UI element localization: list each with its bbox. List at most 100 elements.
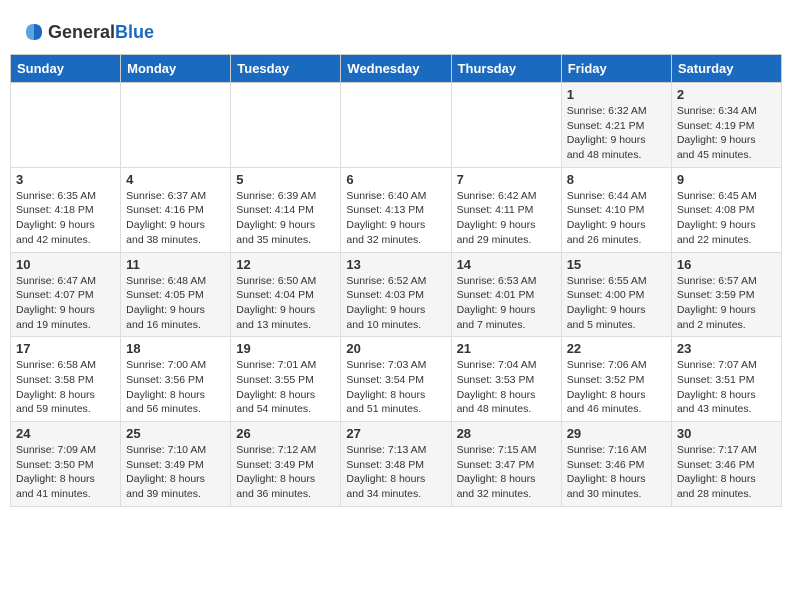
day-number: 21 <box>457 341 556 356</box>
day-cell <box>11 83 121 168</box>
day-info: Sunrise: 7:07 AM Sunset: 3:51 PM Dayligh… <box>677 358 776 417</box>
day-cell: 7 Sunrise: 6:42 AM Sunset: 4:11 PM Daylig… <box>451 167 561 252</box>
week-row-5: 24 Sunrise: 7:09 AM Sunset: 3:50 PM Dayli… <box>11 422 782 507</box>
day-cell: 22 Sunrise: 7:06 AM Sunset: 3:52 PM Dayli… <box>561 337 671 422</box>
day-info: Sunrise: 6:44 AM Sunset: 4:10 PM Dayligh… <box>567 189 666 248</box>
day-cell: 6Sunrise: 6:40 AM Sunset: 4:13 PM Daylig… <box>341 167 451 252</box>
day-cell <box>341 83 451 168</box>
day-cell: 19 Sunrise: 7:01 AM Sunset: 3:55 PM Dayli… <box>231 337 341 422</box>
day-cell: 12 Sunrise: 6:50 AM Sunset: 4:04 PM Dayli… <box>231 252 341 337</box>
day-info: Sunrise: 7:12 AM Sunset: 3:49 PM Dayligh… <box>236 443 335 502</box>
day-cell: 23Sunrise: 7:07 AM Sunset: 3:51 PM Dayli… <box>671 337 781 422</box>
day-info: Sunrise: 6:48 AM Sunset: 4:05 PM Dayligh… <box>126 274 225 333</box>
day-cell: 16 Sunrise: 6:57 AM Sunset: 3:59 PM Dayli… <box>671 252 781 337</box>
week-row-2: 3 Sunrise: 6:35 AM Sunset: 4:18 PM Daylig… <box>11 167 782 252</box>
day-number: 29 <box>567 426 666 441</box>
day-cell: 20 Sunrise: 7:03 AM Sunset: 3:54 PM Dayli… <box>341 337 451 422</box>
day-info: Sunrise: 7:10 AM Sunset: 3:49 PM Dayligh… <box>126 443 225 502</box>
day-cell: 10 Sunrise: 6:47 AM Sunset: 4:07 PM Dayli… <box>11 252 121 337</box>
day-cell: 9 Sunrise: 6:45 AM Sunset: 4:08 PM Daylig… <box>671 167 781 252</box>
day-number: 28 <box>457 426 556 441</box>
logo-blue: Blue <box>115 22 154 42</box>
day-info: Sunrise: 6:55 AM Sunset: 4:00 PM Dayligh… <box>567 274 666 333</box>
day-number: 14 <box>457 257 556 272</box>
day-cell: 15Sunrise: 6:55 AM Sunset: 4:00 PM Dayli… <box>561 252 671 337</box>
day-cell <box>231 83 341 168</box>
day-number: 27 <box>346 426 445 441</box>
day-number: 5 <box>236 172 335 187</box>
day-cell: 4 Sunrise: 6:37 AM Sunset: 4:16 PM Daylig… <box>121 167 231 252</box>
header-cell-thursday: Thursday <box>451 55 561 83</box>
day-number: 16 <box>677 257 776 272</box>
day-info: Sunrise: 6:35 AM Sunset: 4:18 PM Dayligh… <box>16 189 115 248</box>
day-info: Sunrise: 6:45 AM Sunset: 4:08 PM Dayligh… <box>677 189 776 248</box>
day-info: Sunrise: 6:42 AM Sunset: 4:11 PM Dayligh… <box>457 189 556 248</box>
day-info: Sunrise: 7:06 AM Sunset: 3:52 PM Dayligh… <box>567 358 666 417</box>
day-number: 7 <box>457 172 556 187</box>
day-number: 10 <box>16 257 115 272</box>
day-number: 20 <box>346 341 445 356</box>
day-info: Sunrise: 7:17 AM Sunset: 3:46 PM Dayligh… <box>677 443 776 502</box>
day-cell: 14 Sunrise: 6:53 AM Sunset: 4:01 PM Dayli… <box>451 252 561 337</box>
day-info: Sunrise: 6:32 AM Sunset: 4:21 PM Dayligh… <box>567 104 666 163</box>
header-cell-wednesday: Wednesday <box>341 55 451 83</box>
day-info: Sunrise: 7:09 AM Sunset: 3:50 PM Dayligh… <box>16 443 115 502</box>
day-info: Sunrise: 6:52 AM Sunset: 4:03 PM Dayligh… <box>346 274 445 333</box>
day-cell: 26 Sunrise: 7:12 AM Sunset: 3:49 PM Dayli… <box>231 422 341 507</box>
day-info: Sunrise: 7:03 AM Sunset: 3:54 PM Dayligh… <box>346 358 445 417</box>
header-cell-sunday: Sunday <box>11 55 121 83</box>
day-cell: 11 Sunrise: 6:48 AM Sunset: 4:05 PM Dayli… <box>121 252 231 337</box>
day-number: 11 <box>126 257 225 272</box>
day-cell: 2Sunrise: 6:34 AM Sunset: 4:19 PM Daylig… <box>671 83 781 168</box>
day-cell: 18Sunrise: 7:00 AM Sunset: 3:56 PM Dayli… <box>121 337 231 422</box>
header-cell-monday: Monday <box>121 55 231 83</box>
day-cell: 27Sunrise: 7:13 AM Sunset: 3:48 PM Dayli… <box>341 422 451 507</box>
logo-icon <box>22 20 46 44</box>
day-info: Sunrise: 6:37 AM Sunset: 4:16 PM Dayligh… <box>126 189 225 248</box>
day-number: 3 <box>16 172 115 187</box>
day-cell: 28 Sunrise: 7:15 AM Sunset: 3:47 PM Dayli… <box>451 422 561 507</box>
day-cell: 13Sunrise: 6:52 AM Sunset: 4:03 PM Dayli… <box>341 252 451 337</box>
day-info: Sunrise: 6:53 AM Sunset: 4:01 PM Dayligh… <box>457 274 556 333</box>
day-number: 9 <box>677 172 776 187</box>
day-info: Sunrise: 6:47 AM Sunset: 4:07 PM Dayligh… <box>16 274 115 333</box>
day-number: 1 <box>567 87 666 102</box>
day-number: 22 <box>567 341 666 356</box>
day-info: Sunrise: 7:15 AM Sunset: 3:47 PM Dayligh… <box>457 443 556 502</box>
day-cell: 3 Sunrise: 6:35 AM Sunset: 4:18 PM Daylig… <box>11 167 121 252</box>
day-number: 2 <box>677 87 776 102</box>
day-cell: 29 Sunrise: 7:16 AM Sunset: 3:46 PM Dayli… <box>561 422 671 507</box>
week-row-4: 17Sunrise: 6:58 AM Sunset: 3:58 PM Dayli… <box>11 337 782 422</box>
day-info: Sunrise: 7:04 AM Sunset: 3:53 PM Dayligh… <box>457 358 556 417</box>
day-number: 24 <box>16 426 115 441</box>
header-row: SundayMondayTuesdayWednesdayThursdayFrid… <box>11 55 782 83</box>
week-row-3: 10 Sunrise: 6:47 AM Sunset: 4:07 PM Dayli… <box>11 252 782 337</box>
day-info: Sunrise: 6:57 AM Sunset: 3:59 PM Dayligh… <box>677 274 776 333</box>
header: GeneralBlue <box>10 10 782 49</box>
header-cell-tuesday: Tuesday <box>231 55 341 83</box>
day-cell: 24 Sunrise: 7:09 AM Sunset: 3:50 PM Dayli… <box>11 422 121 507</box>
day-info: Sunrise: 7:01 AM Sunset: 3:55 PM Dayligh… <box>236 358 335 417</box>
header-cell-friday: Friday <box>561 55 671 83</box>
day-cell: 5 Sunrise: 6:39 AM Sunset: 4:14 PM Daylig… <box>231 167 341 252</box>
day-info: Sunrise: 7:00 AM Sunset: 3:56 PM Dayligh… <box>126 358 225 417</box>
day-cell: 30 Sunrise: 7:17 AM Sunset: 3:46 PM Dayli… <box>671 422 781 507</box>
logo: GeneralBlue <box>20 20 154 44</box>
day-number: 30 <box>677 426 776 441</box>
day-number: 17 <box>16 341 115 356</box>
day-number: 4 <box>126 172 225 187</box>
logo-text: General <box>48 22 115 42</box>
day-number: 8 <box>567 172 666 187</box>
calendar: SundayMondayTuesdayWednesdayThursdayFrid… <box>10 54 782 507</box>
week-row-1: 1 Sunrise: 6:32 AM Sunset: 4:21 PM Daylig… <box>11 83 782 168</box>
day-cell: 17Sunrise: 6:58 AM Sunset: 3:58 PM Dayli… <box>11 337 121 422</box>
day-info: Sunrise: 6:50 AM Sunset: 4:04 PM Dayligh… <box>236 274 335 333</box>
day-number: 6 <box>346 172 445 187</box>
day-cell: 8 Sunrise: 6:44 AM Sunset: 4:10 PM Daylig… <box>561 167 671 252</box>
day-info: Sunrise: 7:16 AM Sunset: 3:46 PM Dayligh… <box>567 443 666 502</box>
day-number: 12 <box>236 257 335 272</box>
day-cell: 1 Sunrise: 6:32 AM Sunset: 4:21 PM Daylig… <box>561 83 671 168</box>
day-number: 26 <box>236 426 335 441</box>
day-info: Sunrise: 6:39 AM Sunset: 4:14 PM Dayligh… <box>236 189 335 248</box>
day-number: 19 <box>236 341 335 356</box>
